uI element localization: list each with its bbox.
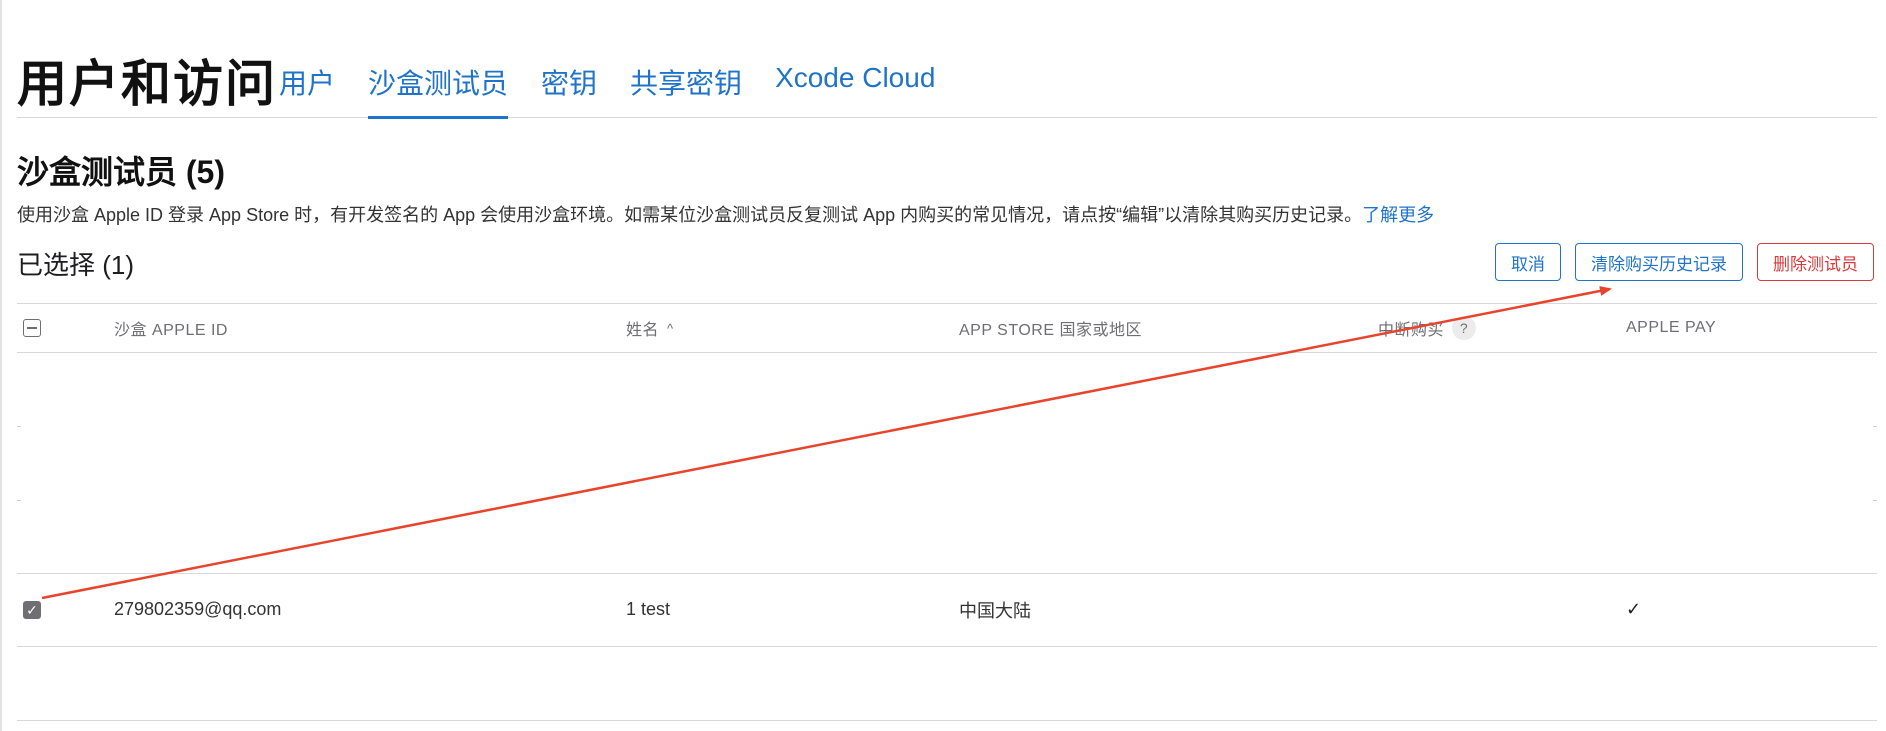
row-divider: [17, 720, 1877, 721]
select-all-checkbox[interactable]: [23, 304, 41, 352]
cell-apple-id: 279802359@qq.com: [114, 599, 282, 619]
table-row-empty: [17, 427, 1877, 501]
selected-count: 已选择 (1): [17, 250, 135, 280]
page-title: 用户和访问: [17, 56, 277, 112]
cell-apple-pay: ✓: [1626, 573, 1641, 646]
checkbox-checked-icon: ✓: [23, 600, 41, 619]
help-icon[interactable]: ?: [1452, 316, 1477, 340]
checkmark-icon: ✓: [1626, 599, 1642, 619]
sandbox-testers-table: 沙盒 APPLE ID 姓名 ^ APP STORE 国家或地区 中断购买 ? …: [17, 303, 1877, 721]
tab-shared-secret[interactable]: 共享密钥: [630, 62, 742, 118]
table-header: 沙盒 APPLE ID 姓名 ^ APP STORE 国家或地区 中断购买 ? …: [17, 303, 1877, 353]
tab-keys[interactable]: 密钥: [541, 62, 597, 118]
cell-region: 中国大陆: [959, 600, 1031, 621]
tab-bar: 用户 沙盒测试员 密钥 共享密钥 Xcode Cloud: [279, 62, 968, 119]
page-header: 用户和访问 用户 沙盒测试员 密钥 共享密钥 Xcode Cloud: [17, 0, 1877, 119]
table-row-empty: [17, 647, 1877, 721]
row-checkbox[interactable]: ✓: [23, 573, 41, 646]
column-header-name[interactable]: 姓名 ^: [626, 304, 674, 352]
tab-sandbox-testers[interactable]: 沙盒测试员: [368, 62, 509, 119]
section-title: 沙盒测试员 (5): [17, 154, 226, 190]
learn-more-link[interactable]: 了解更多: [1362, 205, 1434, 225]
cell-name: 1 test: [626, 599, 671, 619]
column-header-apple-id[interactable]: 沙盒 APPLE ID: [114, 304, 228, 352]
column-header-name-label: 姓名: [626, 322, 660, 339]
sort-ascending-icon: ^: [667, 320, 674, 336]
column-header-region[interactable]: APP STORE 国家或地区: [959, 304, 1142, 352]
column-header-apple-pay[interactable]: APPLE PAY: [1626, 304, 1716, 352]
action-buttons: 取消 清除购买历史记录 删除测试员: [1495, 243, 1874, 281]
tab-users[interactable]: 用户: [279, 62, 335, 118]
mixed-checkbox-icon: [23, 319, 41, 337]
column-header-interrupted-label: 中断购买: [1378, 322, 1445, 339]
table-row-empty: [17, 353, 1877, 427]
description-text: 使用沙盒 Apple ID 登录 App Store 时，有开发签名的 App …: [17, 205, 1363, 225]
section-description: 使用沙盒 Apple ID 登录 App Store 时，有开发签名的 App …: [17, 201, 1434, 227]
cancel-button[interactable]: 取消: [1495, 243, 1561, 281]
table-row[interactable]: ✓ 279802359@qq.com 1 test 中国大陆 ✓: [17, 573, 1877, 646]
window-left-edge: [0, 0, 2, 731]
delete-tester-button[interactable]: 删除测试员: [1757, 243, 1874, 281]
tab-xcode-cloud[interactable]: Xcode Cloud: [775, 62, 935, 118]
column-header-interrupted-purchase[interactable]: 中断购买 ?: [1378, 304, 1477, 352]
clear-purchase-history-button[interactable]: 清除购买历史记录: [1575, 243, 1743, 281]
table-row-empty: [17, 501, 1877, 575]
